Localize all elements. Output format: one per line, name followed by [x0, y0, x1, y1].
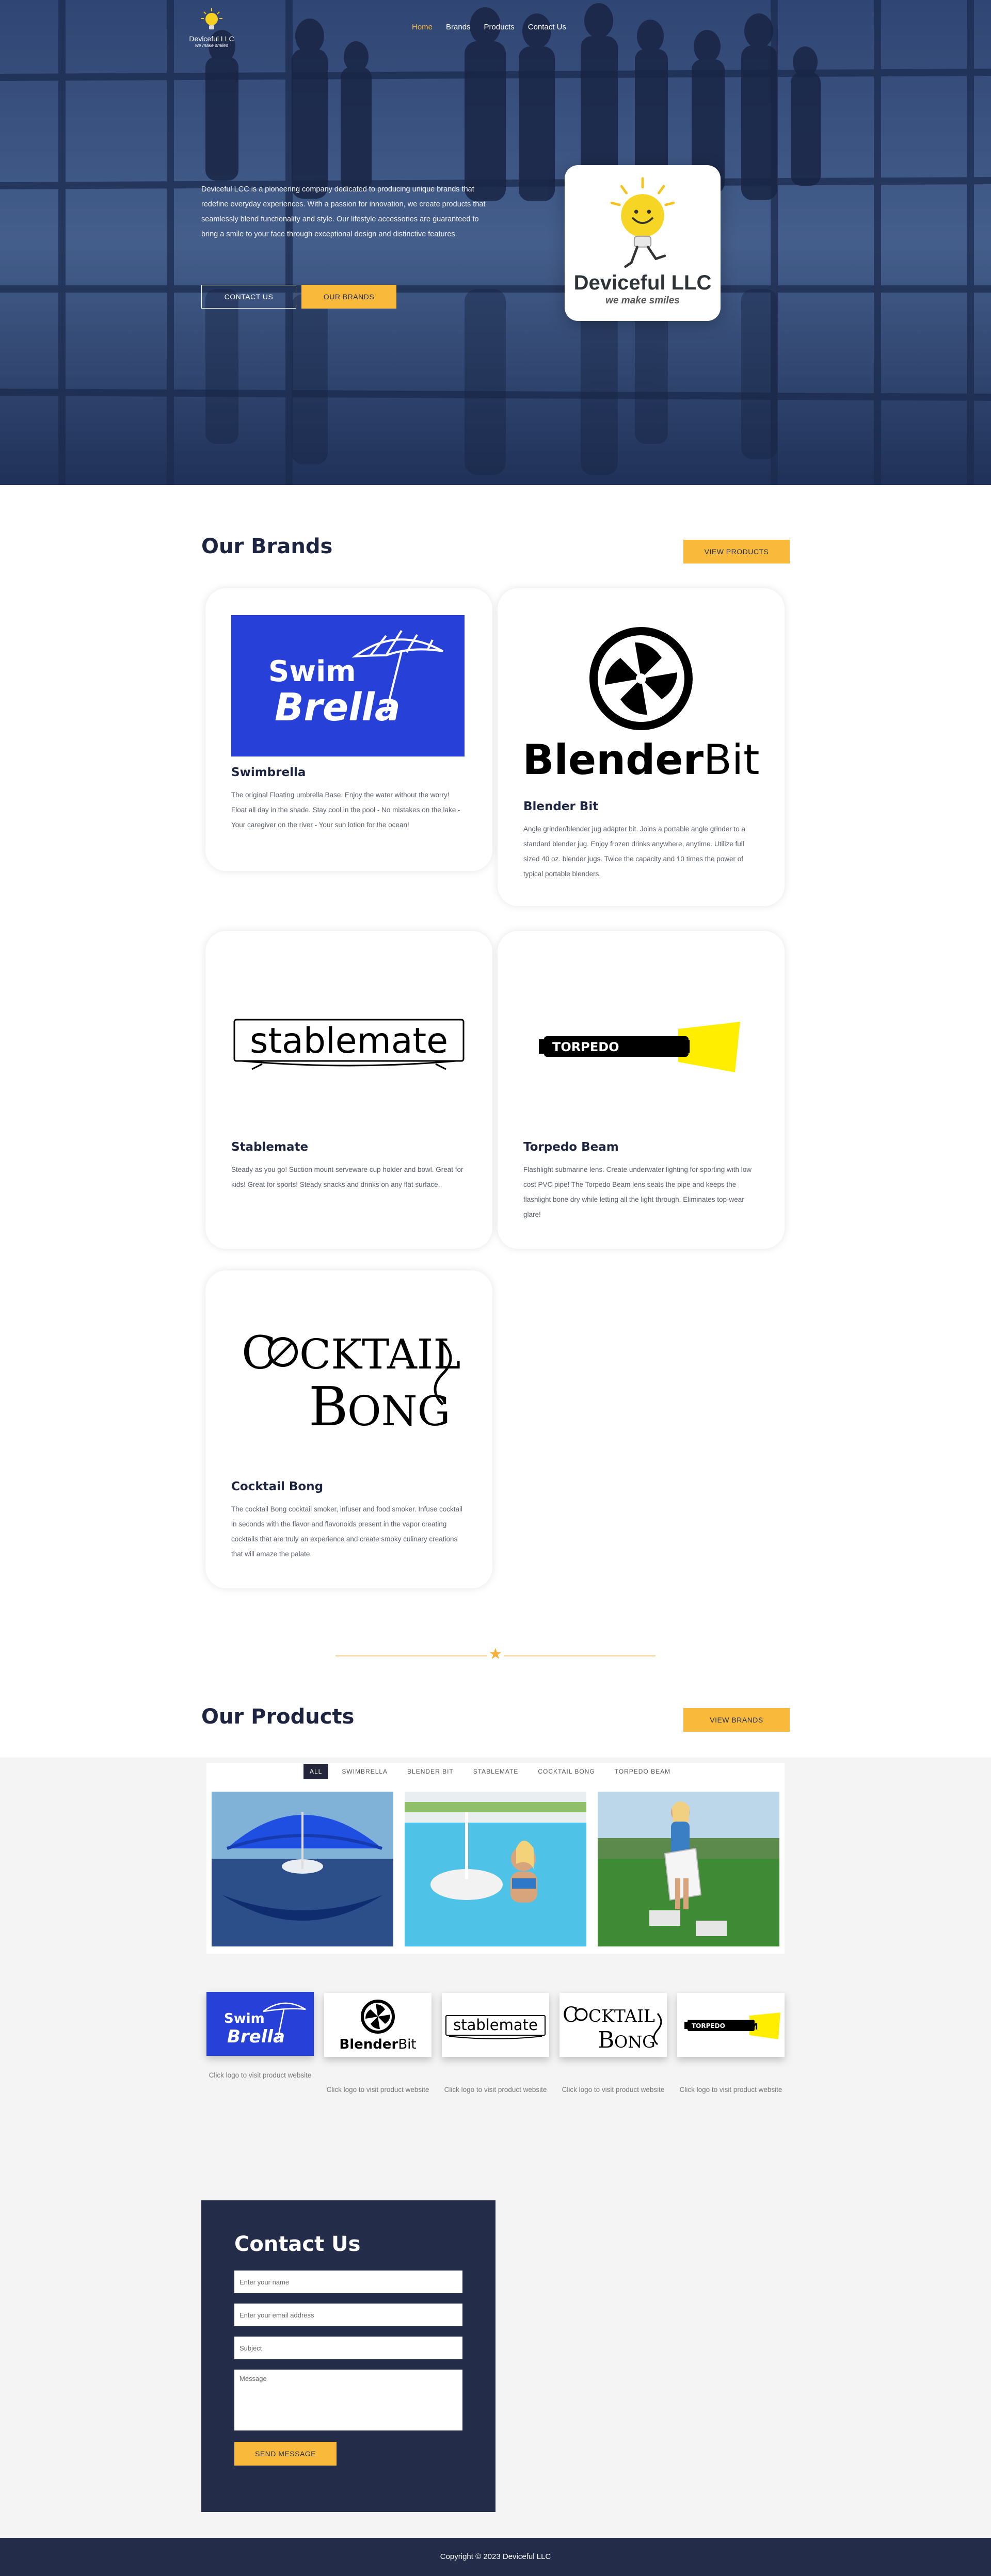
star-icon: ★ [487, 1646, 504, 1663]
svg-text:TORPEDO: TORPEDO [692, 2022, 725, 2030]
brands-title: Our Brands [201, 535, 333, 558]
products-title: Our Products [201, 1705, 355, 1729]
svg-text:CKTAIL: CKTAIL [588, 2006, 655, 2026]
brand-name: Blender Bit [523, 800, 599, 813]
filter-all[interactable]: ALL [303, 1764, 329, 1779]
torpedo-word: TORPEDO [552, 1040, 619, 1054]
svg-text:stablemate: stablemate [250, 1021, 448, 1061]
name-field[interactable] [234, 2271, 462, 2293]
contact-form: Contact Us SEND MESSAGE [201, 2200, 496, 2512]
filter-stablemate[interactable]: STABLEMATE [467, 1764, 525, 1779]
cocktailbong-logo: C CKTAIL B ONG [242, 1326, 460, 1438]
filter-torpedo-beam[interactable]: TORPEDO BEAM [609, 1764, 677, 1779]
nav-contact[interactable]: Contact Us [528, 23, 566, 31]
blenderbit-logo: BlenderBit [523, 627, 759, 784]
brand-description: Angle grinder/blender jug adapter bit. J… [523, 825, 746, 878]
svg-text:BlenderBit: BlenderBit [523, 736, 759, 784]
card-logo-name: Deviceful LLC [573, 271, 712, 294]
brand-name: Swimbrella [231, 766, 306, 779]
svg-text:B: B [309, 1375, 348, 1438]
nav-home[interactable]: Home [412, 23, 433, 31]
brand-description: Steady as you go! Suction mount servewar… [231, 1166, 463, 1188]
stablemate-logo: stablemate [233, 1019, 465, 1070]
logo-name: Deviceful LLC [189, 35, 234, 43]
subject-field[interactable] [234, 2337, 462, 2359]
message-field[interactable] [234, 2370, 462, 2430]
logo-caption-blender-bit: Click logo to visit product website [326, 2086, 429, 2094]
beam-word: BEAM [635, 1037, 691, 1057]
lightbulb-icon [201, 8, 222, 29]
logo-tile-swimbrella[interactable]: Swim Brella [206, 1992, 314, 2056]
deviceful-logo-card: Deviceful LLC we make smiles [565, 165, 721, 321]
svg-text:BEAM: BEAM [730, 2022, 758, 2032]
gallery-image-lady-grass[interactable] [598, 1792, 779, 1946]
brand-name: Torpedo Beam [523, 1140, 619, 1154]
swimbrella-logo-line1: Swim [268, 655, 356, 688]
svg-text:ONG: ONG [614, 2032, 656, 2052]
logo-tile-blender-bit[interactable]: BlenderBit [324, 1993, 431, 2057]
nav-products[interactable]: Products [484, 23, 515, 31]
svg-text:B: B [598, 2027, 614, 2053]
brand-description: Flashlight submarine lens. Create underw… [523, 1166, 752, 1218]
svg-text:Swim: Swim [224, 2011, 265, 2026]
logo-caption-swimbrella: Click logo to visit product website [209, 2071, 312, 2079]
svg-text:C: C [242, 1326, 276, 1379]
brand-card-stablemate[interactable]: stablemate Stablemate Steady as you go! … [205, 931, 492, 1249]
logo-caption-stablemate: Click logo to visit product website [444, 2086, 547, 2094]
logo-caption-torpedo-beam: Click logo to visit product website [679, 2086, 782, 2094]
filter-cocktail-bong[interactable]: COCKTAIL BONG [532, 1764, 601, 1779]
brand-card-swimbrella[interactable]: Swim Brella Swimbrella The original Floa… [205, 588, 492, 871]
logo-tile-cocktail-bong[interactable]: C CKTAIL B ONG [560, 1993, 667, 2057]
brand-name: Stablemate [231, 1140, 309, 1154]
gallery-filters: ALL SWIMBRELLA BLENDER BIT STABLEMATE CO… [303, 1764, 677, 1779]
svg-text:Brella: Brella [227, 2026, 285, 2047]
email-field[interactable] [234, 2304, 462, 2326]
logo-tagline: we make smiles [195, 43, 228, 48]
copyright-text: Copyright © 2023 Deviceful LLC [440, 2552, 551, 2561]
brand-card-torpedo-beam[interactable]: TORPEDO BEAM Torpedo Beam Flashlight sub… [498, 931, 785, 1249]
gallery-image-pool-lady[interactable] [405, 1792, 586, 1946]
send-message-button[interactable]: SEND MESSAGE [234, 2442, 337, 2466]
hero-section: Deviceful LLC we make smiles Home Brands… [0, 0, 991, 485]
site-logo[interactable]: Deviceful LLC we make smiles [186, 8, 237, 50]
product-gallery: ALL SWIMBRELLA BLENDER BIT STABLEMATE CO… [206, 1763, 785, 1954]
filter-swimbrella[interactable]: SWIMBRELLA [335, 1764, 394, 1779]
svg-text:BlenderBit: BlenderBit [339, 2037, 416, 2052]
main-nav: Home Brands Products Contact Us [412, 23, 566, 31]
logo-tile-torpedo-beam[interactable]: TORPEDO BEAM [677, 1993, 785, 2057]
card-logo-tagline: we make smiles [605, 295, 680, 306]
hero-description: Deviceful LCC is a pioneering company de… [201, 185, 486, 238]
gallery-image-umbrella[interactable] [212, 1792, 393, 1946]
brand-card-blender-bit[interactable]: BlenderBit Blender Bit Angle grinder/ble… [498, 588, 785, 906]
hero-overlay [0, 0, 991, 485]
filter-blender-bit[interactable]: BLENDER BIT [401, 1764, 460, 1779]
brand-description: The cocktail Bong cocktail smoker, infus… [231, 1505, 462, 1558]
svg-text:CKTAIL: CKTAIL [299, 1330, 460, 1378]
brand-name: Cocktail Bong [231, 1480, 324, 1493]
logo-caption-cocktail-bong: Click logo to visit product website [562, 2086, 665, 2094]
smiling-lightbulb-icon [610, 177, 675, 268]
footer: Copyright © 2023 Deviceful LLC [0, 2538, 991, 2576]
brand-card-cocktail-bong[interactable]: C CKTAIL B ONG Cocktail Bong The cocktai… [205, 1270, 492, 1588]
view-products-button[interactable]: VIEW PRODUCTS [683, 540, 790, 564]
torpedobeam-logo: TORPEDO BEAM [539, 1022, 740, 1072]
svg-text:stablemate: stablemate [453, 2016, 538, 2034]
swimbrella-logo-line2: Brella [275, 685, 401, 730]
swimbrella-logo: Swim Brella [231, 615, 465, 756]
contact-title: Contact Us [234, 2232, 361, 2256]
our-brands-button[interactable]: OUR BRANDS [301, 285, 396, 309]
view-brands-button[interactable]: VIEW BRANDS [683, 1708, 790, 1732]
contact-us-button[interactable]: CONTACT US [201, 285, 296, 309]
brand-description: The original Floating umbrella Base. Enj… [231, 791, 460, 829]
logo-tile-stablemate[interactable]: stablemate [442, 1993, 549, 2057]
nav-brands[interactable]: Brands [446, 23, 471, 31]
